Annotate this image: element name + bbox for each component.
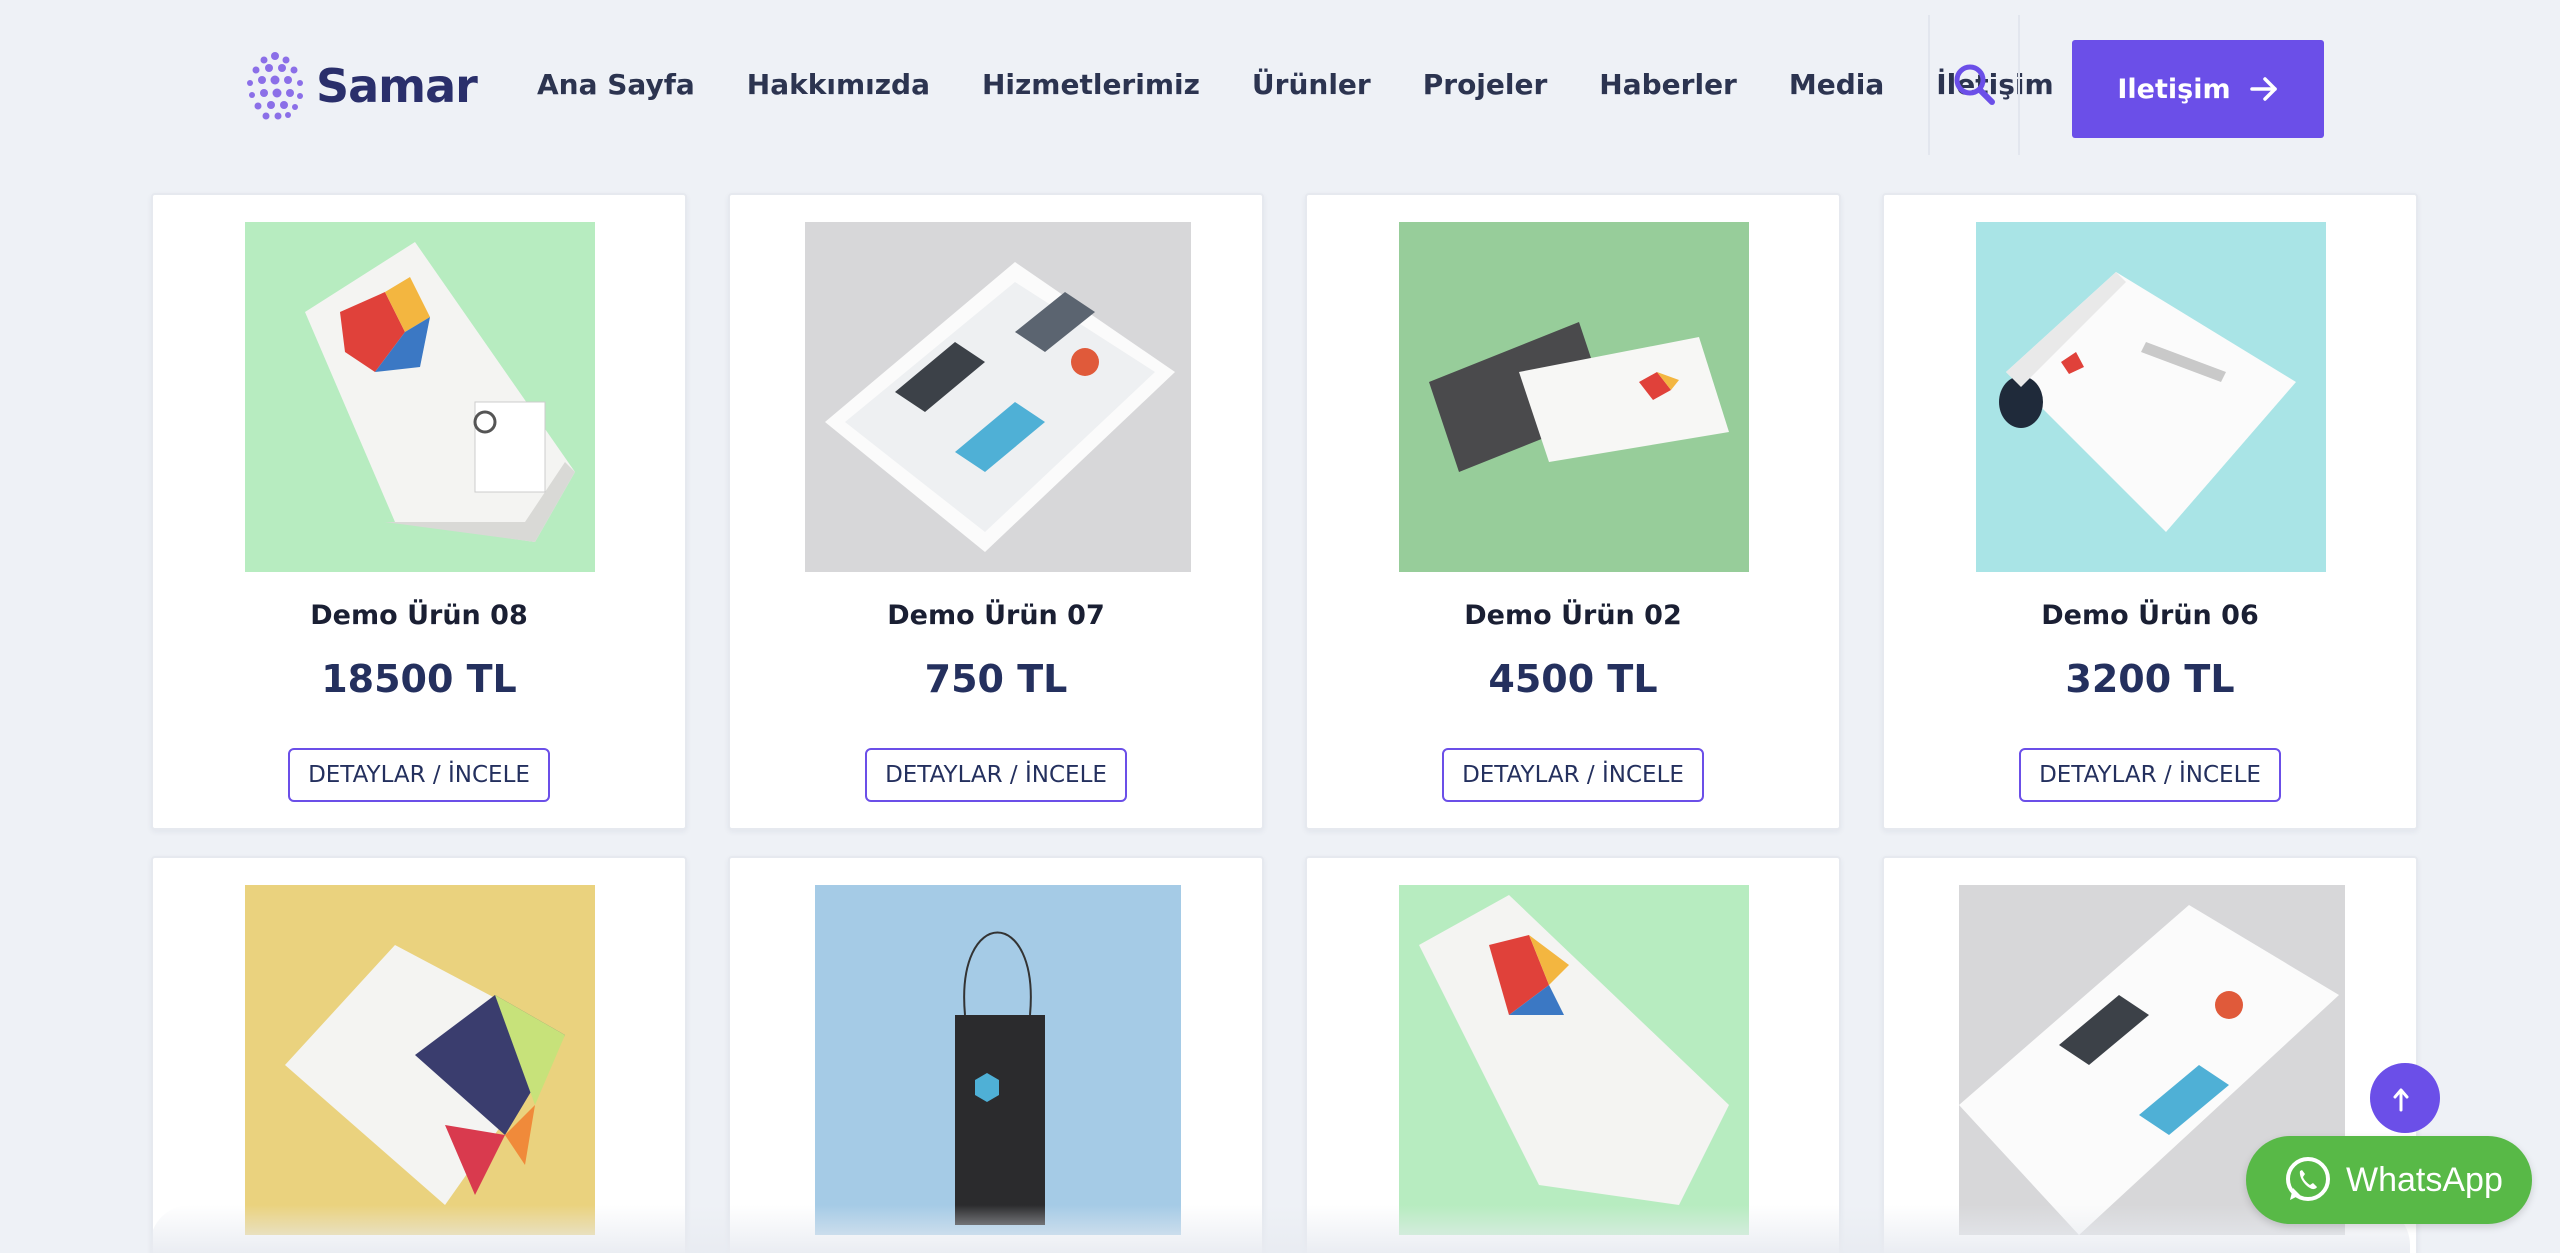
contact-cta-button[interactable]: Iletişim (2072, 40, 2324, 138)
nav-item-hakkimizda[interactable]: Hakkımızda (747, 68, 930, 101)
whatsapp-button[interactable]: WhatsApp (2246, 1136, 2532, 1224)
product-image[interactable] (1399, 222, 1749, 572)
main-nav: Ana Sayfa Hakkımızda Hizmetlerimiz Ürünl… (537, 68, 2054, 101)
product-title[interactable]: Demo Ürün 02 (1307, 600, 1839, 631)
product-card[interactable] (728, 856, 1264, 1253)
details-button[interactable]: DETAYLAR / İNCELE (2019, 748, 2281, 802)
product-card[interactable]: Demo Ürün 06 3200 TL DETAYLAR / İNCELE (1882, 193, 2418, 830)
product-card[interactable]: Demo Ürün 02 4500 TL DETAYLAR / İNCELE (1305, 193, 1841, 830)
site-header: Samar Ana Sayfa Hakkımızda Hizmetlerimiz… (0, 0, 2560, 175)
product-card[interactable]: Demo Ürün 08 18500 TL DETAYLAR / İNCELE (151, 193, 687, 830)
divider (2018, 15, 2020, 155)
product-price: 4500 TL (1488, 657, 1658, 701)
logo-dots-icon (247, 52, 303, 120)
product-price: 18500 TL (321, 657, 517, 701)
product-title[interactable]: Demo Ürün 08 (153, 600, 685, 631)
product-image[interactable] (245, 222, 595, 572)
product-image[interactable] (1976, 222, 2326, 572)
whatsapp-icon (2286, 1157, 2330, 1201)
divider (1928, 15, 1930, 155)
product-image[interactable] (815, 885, 1181, 1235)
brand-logo[interactable]: Samar (242, 50, 478, 122)
product-card[interactable] (1305, 856, 1841, 1253)
details-button[interactable]: DETAYLAR / İNCELE (288, 748, 550, 802)
details-button[interactable]: DETAYLAR / İNCELE (865, 748, 1127, 802)
scroll-to-top-button[interactable] (2370, 1063, 2440, 1133)
bottom-shadow (150, 1205, 2410, 1253)
nav-item-ana-sayfa[interactable]: Ana Sayfa (537, 68, 695, 101)
arrow-right-icon (2249, 77, 2277, 101)
product-price: 3200 TL (2065, 657, 2235, 701)
product-price: 750 TL (924, 657, 1068, 701)
nav-item-media[interactable]: Media (1789, 68, 1884, 101)
nav-item-haberler[interactable]: Haberler (1599, 68, 1737, 101)
product-card[interactable]: Demo Ürün 07 750 TL DETAYLAR / İNCELE (728, 193, 1264, 830)
whatsapp-label: WhatsApp (2346, 1160, 2503, 1199)
arrow-up-icon (2393, 1088, 2409, 1112)
nav-item-hizmetlerimiz[interactable]: Hizmetlerimiz (982, 68, 1200, 101)
details-button[interactable]: DETAYLAR / İNCELE (1442, 748, 1704, 802)
nav-item-projeler[interactable]: Projeler (1423, 68, 1548, 101)
search-icon[interactable] (1950, 60, 1998, 108)
product-title[interactable]: Demo Ürün 07 (730, 600, 1262, 631)
brand-name: Samar (316, 59, 478, 113)
product-image[interactable] (805, 222, 1191, 572)
product-image[interactable] (245, 885, 595, 1235)
product-image[interactable] (1399, 885, 1749, 1235)
product-title[interactable]: Demo Ürün 06 (1884, 600, 2416, 631)
nav-item-urunler[interactable]: Ürünler (1252, 68, 1371, 101)
product-card[interactable] (151, 856, 687, 1253)
cta-label: Iletişim (2117, 73, 2231, 105)
